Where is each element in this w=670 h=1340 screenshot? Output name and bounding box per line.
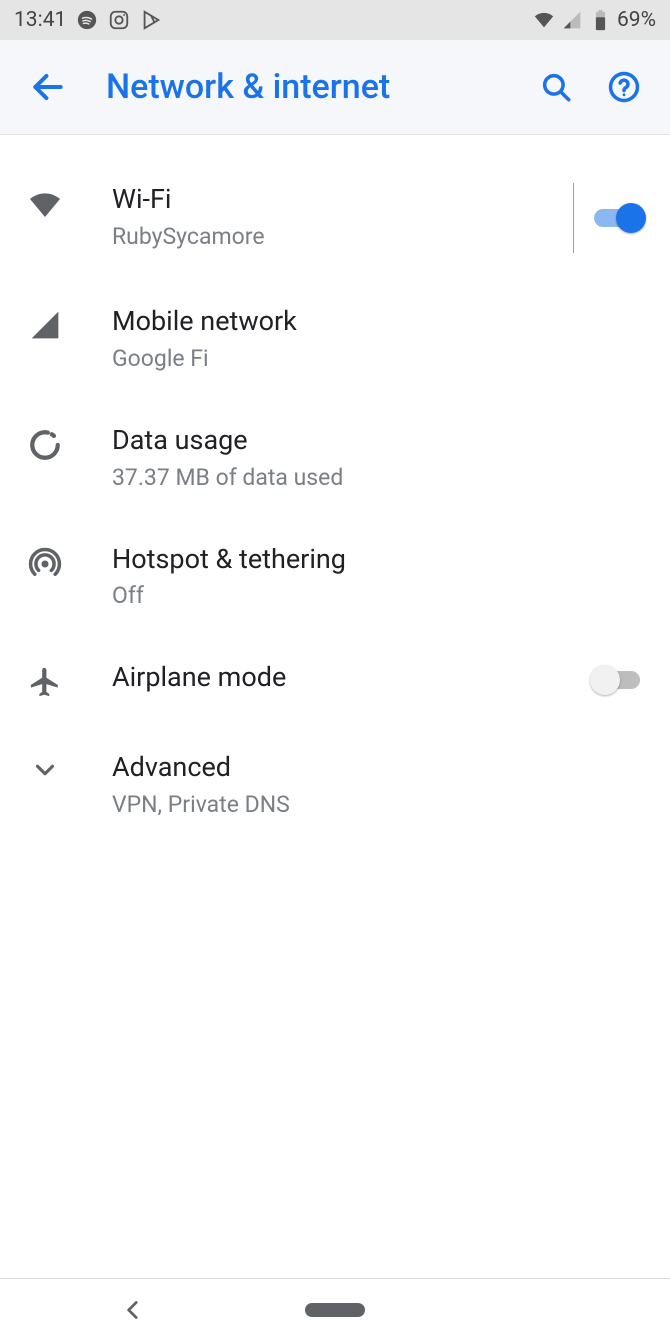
data-subtitle: 37.37 MB of data used — [112, 464, 646, 491]
nav-back-button[interactable] — [120, 1297, 146, 1323]
cell-signal-icon — [561, 9, 583, 31]
data-usage-row[interactable]: Data usage 37.37 MB of data used — [0, 398, 670, 517]
wifi-row[interactable]: Wi-Fi RubySycamore — [0, 157, 670, 279]
status-left: 13:41 — [14, 8, 162, 32]
mobile-title: Mobile network — [112, 305, 646, 339]
battery-icon — [589, 9, 611, 31]
app-bar-actions — [536, 67, 644, 107]
system-nav-bar — [0, 1278, 670, 1340]
airplane-title: Airplane mode — [112, 661, 594, 695]
mobile-subtitle: Google Fi — [112, 345, 646, 372]
search-button[interactable] — [536, 67, 576, 107]
wifi-toggle[interactable] — [594, 203, 646, 233]
chevron-down-icon — [20, 755, 70, 785]
back-button[interactable] — [18, 57, 78, 117]
divider — [573, 183, 574, 253]
battery-percentage: 69% — [617, 8, 656, 32]
play-store-icon — [140, 9, 162, 31]
hotspot-row[interactable]: Hotspot & tethering Off — [0, 517, 670, 636]
hotspot-subtitle: Off — [112, 582, 646, 609]
cell-signal-icon — [20, 309, 70, 341]
nav-home-pill[interactable] — [305, 1303, 365, 1317]
status-right: 69% — [533, 8, 656, 32]
data-title: Data usage — [112, 424, 646, 458]
airplane-row[interactable]: Airplane mode — [0, 635, 670, 725]
advanced-row[interactable]: Advanced VPN, Private DNS — [0, 725, 670, 844]
advanced-title: Advanced — [112, 751, 646, 785]
settings-list: Wi-Fi RubySycamore Mobile network Google… — [0, 135, 670, 844]
help-button[interactable] — [604, 67, 644, 107]
airplane-icon — [20, 665, 70, 699]
spotify-icon — [76, 9, 98, 31]
status-bar: 13:41 69% — [0, 0, 670, 40]
wifi-title: Wi-Fi — [112, 183, 565, 217]
hotspot-title: Hotspot & tethering — [112, 543, 646, 577]
status-time: 13:41 — [14, 8, 66, 32]
wifi-icon — [20, 187, 70, 223]
wifi-subtitle: RubySycamore — [112, 223, 565, 250]
page-title: Network & internet — [78, 67, 536, 107]
airplane-toggle[interactable] — [594, 665, 646, 695]
wifi-status-icon — [533, 9, 555, 31]
hotspot-icon — [20, 547, 70, 581]
instagram-icon — [108, 9, 130, 31]
mobile-network-row[interactable]: Mobile network Google Fi — [0, 279, 670, 398]
data-usage-icon — [20, 428, 70, 462]
advanced-subtitle: VPN, Private DNS — [112, 791, 646, 818]
app-bar: Network & internet — [0, 40, 670, 135]
